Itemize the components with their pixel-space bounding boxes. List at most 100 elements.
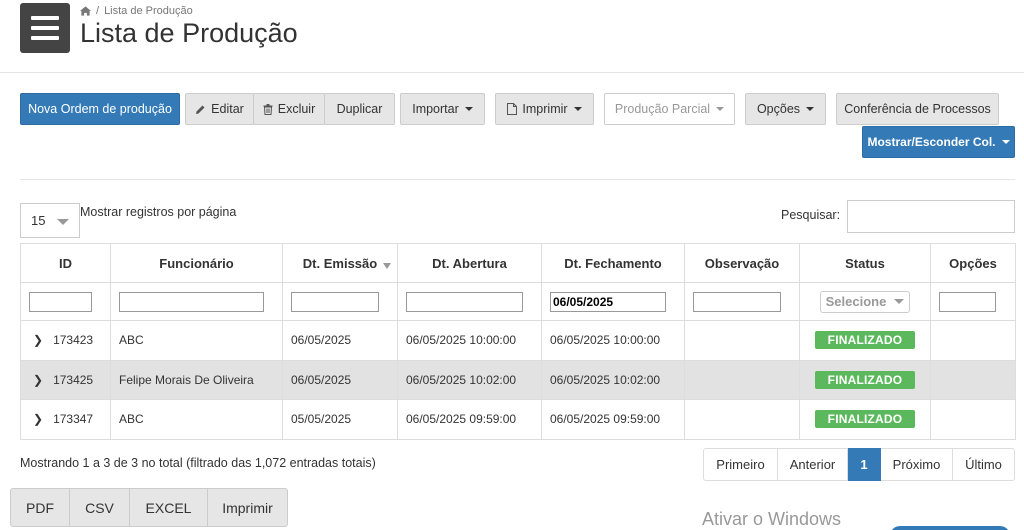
column-header-fechamento[interactable]: Dt. Fechamento	[541, 243, 685, 283]
cell-emissao: 05/05/2025	[282, 399, 398, 440]
filter-abertura-input[interactable]	[406, 291, 523, 312]
breadcrumb-separator: /	[96, 5, 100, 17]
menu-bar	[31, 16, 59, 20]
column-header-emissao[interactable]: Dt. Emissão	[282, 243, 398, 283]
sort-desc-icon	[383, 263, 391, 269]
search-input[interactable]	[847, 200, 1015, 233]
breadcrumb: / Lista de Produção	[80, 5, 193, 17]
column-header-id[interactable]: ID	[20, 243, 111, 283]
chevron-right-icon[interactable]: ❯	[33, 373, 43, 387]
column-header-observacao[interactable]: Observação	[684, 243, 800, 283]
caret-down-icon	[464, 107, 473, 111]
filter-status-value: Selecione	[825, 294, 887, 309]
column-header-opcoes[interactable]: Opções	[930, 243, 1016, 283]
table-row[interactable]: ❯ 173423 ABC 06/05/2025 06/05/2025 10:00:…	[20, 320, 1016, 361]
status-badge: FINALIZADO	[815, 410, 915, 429]
cell-fechamento: 06/05/2025 09:59:00	[541, 399, 685, 440]
windows-activation-watermark: Ativar o Windows	[702, 509, 842, 529]
pagination-last[interactable]: Último	[953, 448, 1015, 481]
caret-down-icon	[716, 107, 725, 111]
chevron-right-icon[interactable]: ❯	[33, 412, 43, 426]
hamburger-menu-button[interactable]	[20, 3, 70, 53]
floating-action-button[interactable]	[890, 526, 1010, 530]
filter-observacao-input[interactable]	[693, 291, 781, 312]
toolbar-divider	[20, 179, 1015, 180]
chevron-right-icon[interactable]: ❯	[33, 333, 43, 347]
dropdown-arrow-icon	[57, 219, 69, 225]
filter-opcoes-input[interactable]	[939, 291, 996, 312]
cell-id: 173425	[53, 372, 94, 387]
caret-down-icon	[1001, 140, 1010, 144]
cell-opcoes	[930, 320, 1016, 361]
cell-funcionario: ABC	[110, 320, 283, 361]
export-buttons: PDF CSV EXCEL Imprimir	[10, 488, 288, 527]
cell-funcionario: ABC	[110, 399, 283, 440]
page-length-label: Mostrar registros por página	[80, 205, 237, 219]
filter-emissao-input[interactable]	[291, 291, 379, 312]
cell-abertura: 06/05/2025 10:02:00	[397, 359, 542, 400]
cell-observacao	[684, 320, 800, 361]
filter-fechamento-input[interactable]: 06/05/2025	[550, 291, 666, 312]
delete-button[interactable]: Excluir	[253, 93, 325, 125]
print-dropdown-button[interactable]: Imprimir	[495, 93, 594, 125]
caret-down-icon	[894, 299, 905, 304]
pagination-current[interactable]: 1	[848, 448, 881, 481]
pagination-prev[interactable]: Anterior	[778, 448, 848, 481]
column-header-status[interactable]: Status	[799, 243, 931, 283]
export-csv-button[interactable]: CSV	[70, 488, 130, 527]
table-info: Mostrando 1 a 3 de 3 no total (filtrado …	[20, 456, 376, 470]
partial-production-dropdown[interactable]: Produção Parcial	[604, 93, 735, 125]
edit-button[interactable]: Editar	[185, 93, 254, 125]
export-pdf-button[interactable]: PDF	[10, 488, 70, 527]
cell-emissao: 06/05/2025	[282, 359, 398, 400]
production-table: ID Funcionário Dt. Emissão Dt. Abertura …	[20, 243, 1016, 440]
options-dropdown-button[interactable]: Opções	[745, 93, 826, 125]
cell-opcoes	[930, 399, 1016, 440]
cell-opcoes	[930, 359, 1016, 400]
page-length-select[interactable]: 15	[20, 203, 80, 238]
cell-fechamento: 06/05/2025 10:02:00	[541, 359, 685, 400]
table-row[interactable]: ❯ 173347 ABC 05/05/2025 06/05/2025 09:59:…	[20, 399, 1016, 440]
header-divider	[0, 72, 1024, 73]
delete-label: Excluir	[277, 102, 316, 116]
cell-id: 173423	[53, 333, 94, 348]
duplicate-button[interactable]: Duplicar	[324, 93, 395, 125]
menu-bar	[31, 26, 59, 30]
print-label: Imprimir	[522, 102, 568, 116]
pagination-next[interactable]: Próximo	[881, 448, 953, 481]
table-row[interactable]: ❯ 173425 Felipe Morais De Oliveira 06/05/…	[20, 359, 1016, 400]
trash-icon	[263, 103, 273, 115]
status-badge: FINALIZADO	[815, 331, 915, 350]
edit-label: Editar	[211, 102, 244, 116]
status-badge: FINALIZADO	[815, 370, 915, 389]
export-print-button[interactable]: Imprimir	[208, 488, 288, 527]
import-dropdown-button[interactable]: Importar	[400, 93, 485, 125]
filter-status-select[interactable]: Selecione	[820, 290, 910, 313]
caret-down-icon	[573, 107, 582, 111]
cell-fechamento: 06/05/2025 10:00:00	[541, 320, 685, 361]
search-label: Pesquisar:	[781, 208, 841, 222]
menu-bar	[31, 36, 59, 40]
breadcrumb-current: Lista de Produção	[104, 5, 193, 17]
pagination-first[interactable]: Primeiro	[703, 448, 778, 481]
column-header-abertura[interactable]: Dt. Abertura	[397, 243, 542, 283]
pagination: Primeiro Anterior 1 Próximo Último	[703, 448, 1015, 481]
import-label: Importar	[412, 102, 459, 116]
filter-funcionario-input[interactable]	[119, 291, 264, 312]
process-conference-button[interactable]: Conferência de Processos	[836, 93, 999, 125]
cell-id: 173347	[53, 412, 94, 427]
filter-id-input[interactable]	[29, 291, 92, 312]
cell-emissao: 06/05/2025	[282, 320, 398, 361]
new-order-button[interactable]: Nova Ordem de produção	[20, 93, 180, 125]
cell-observacao	[684, 399, 800, 440]
partial-production-label: Produção Parcial	[614, 102, 711, 116]
cell-observacao	[684, 359, 800, 400]
home-icon[interactable]	[80, 6, 91, 16]
caret-down-icon	[806, 107, 815, 111]
cell-abertura: 06/05/2025 09:59:00	[397, 399, 542, 440]
column-header-funcionario[interactable]: Funcionário	[110, 243, 283, 283]
pencil-icon	[195, 104, 206, 115]
page-title: Lista de Produção	[80, 18, 298, 48]
toggle-columns-dropdown[interactable]: Mostrar/Esconder Col.	[862, 126, 1015, 158]
export-excel-button[interactable]: EXCEL	[130, 488, 208, 527]
